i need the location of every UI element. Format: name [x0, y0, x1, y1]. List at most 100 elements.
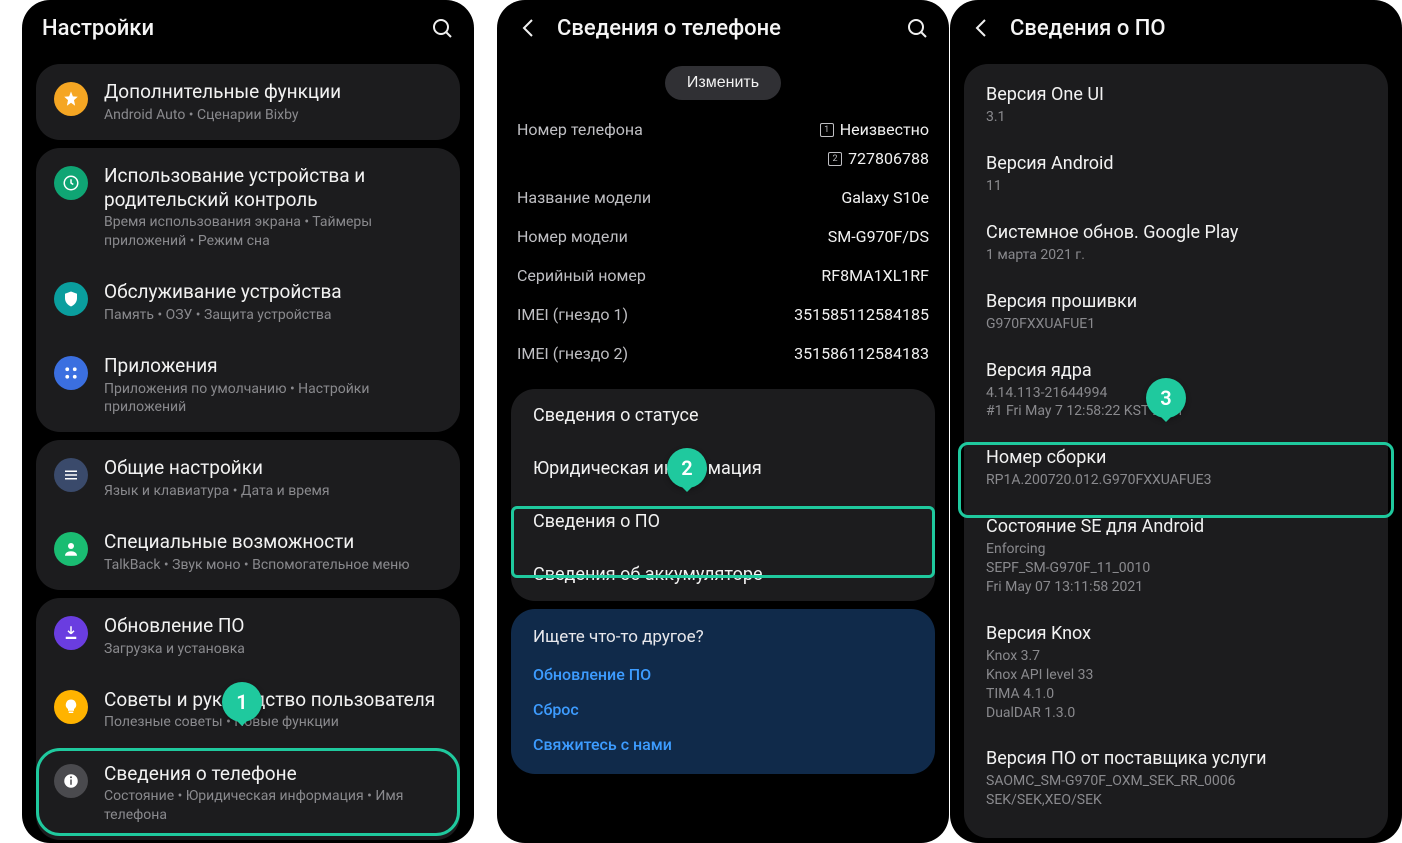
link-battery[interactable]: Сведения об аккумуляторе [511, 548, 935, 601]
settings-item-subtitle: TalkBack • Звук моно • Вспомогательное м… [104, 556, 442, 574]
row-model-number: Номер модели SM-G970F/DS [497, 217, 949, 256]
search-icon[interactable] [905, 16, 929, 40]
device-details: Номер телефона 1Неизвестно 2 727806788 На… [497, 104, 949, 381]
software-info-item[interactable]: Номер сборки RP1A.200720.012.G970FXXUAFUE… [964, 435, 1388, 504]
label: Номер телефона [517, 120, 643, 139]
info-value: RP1A.200720.012.G970FXXUAFUE3 [986, 471, 1366, 490]
row-imei1: IMEI (гнездо 1) 351585112584185 [497, 295, 949, 334]
search-icon[interactable] [430, 16, 454, 40]
info-value: 1 марта 2021 г. [986, 246, 1366, 265]
software-info-item[interactable]: Системное обнов. Google Play1 марта 2021… [964, 210, 1388, 279]
edit-button[interactable]: Изменить [665, 66, 781, 100]
suggest-link-contact[interactable]: Свяжитесь с нами [511, 727, 935, 774]
info-title: Версия прошивки [986, 291, 1366, 312]
settings-item[interactable]: Обслуживание устройстваПамять • ОЗУ • За… [36, 266, 460, 340]
suggest-link-reset[interactable]: Сброс [511, 692, 935, 727]
info-value: 11 [986, 177, 1366, 196]
info-value: SAOMC_SM-G970F_OXM_SEK_RR_0006SEK/SEK,XE… [986, 772, 1366, 810]
settings-item-subtitle: Приложения по умолчанию • Настройки прил… [104, 380, 442, 416]
settings-item-text: Общие настройки Язык и клавиатура • Дата … [104, 456, 442, 500]
settings-item-title: Специальные возможности [104, 530, 442, 554]
label: Номер модели [517, 227, 628, 246]
software-info-item[interactable]: Состояние SE для AndroidEnforcingSEPF_SM… [964, 504, 1388, 611]
settings-item-subtitle: Полезные советы • Новые функции [104, 713, 442, 731]
phone-screen-software-info: Сведения о ПО Версия One UI3.1Версия And… [950, 0, 1402, 843]
row-phone-number-2: 2 727806788 [497, 149, 949, 178]
settings-item-text: Использование устройства и родительский … [104, 164, 442, 250]
settings-item-subtitle: Загрузка и установка [104, 640, 442, 658]
settings-item-title: Использование устройства и родительский … [104, 164, 442, 212]
software-info-item[interactable]: Версия прошивкиG970FXXUAFUE1 [964, 279, 1388, 348]
row-serial: Серийный номер RF8MA1XL1RF [497, 256, 949, 295]
info-title: Состояние SE для Android [986, 516, 1366, 537]
value: Galaxy S10e [841, 188, 929, 207]
row-phone-number: Номер телефона 1Неизвестно [497, 110, 949, 149]
settings-item[interactable]: Использование устройства и родительский … [36, 148, 460, 266]
step-marker-2: 2 [667, 448, 707, 488]
step-marker-3: 3 [1146, 378, 1186, 418]
page-title: Настройки [42, 16, 430, 41]
value: 727806788 [848, 149, 929, 168]
step-marker-1: 1 [222, 682, 262, 722]
settings-item-text: ПриложенияПриложения по умолчанию • Наст… [104, 354, 442, 416]
settings-item-title: Общие настройки [104, 456, 442, 480]
settings-item[interactable]: Дополнительные функции Android Auto • Сце… [36, 64, 460, 140]
software-info-item[interactable]: Версия ПО от поставщика услуги SAOMC_SM-G… [964, 736, 1388, 824]
settings-item[interactable]: Обновление ПО Загрузка и установка [36, 598, 460, 674]
value: 351585112584185 [794, 305, 929, 324]
settings-item-title: Приложения [104, 354, 442, 378]
settings-item[interactable]: ПриложенияПриложения по умолчанию • Наст… [36, 340, 460, 432]
info-value: Knox 3.7Knox API level 33TIMA 4.1.0DualD… [986, 647, 1366, 723]
label: IMEI (гнездо 1) [517, 305, 628, 324]
settings-item-text: Обновление ПО Загрузка и установка [104, 614, 442, 658]
label: Название модели [517, 188, 651, 207]
software-info-item[interactable]: Версия One UI3.1 [964, 70, 1388, 141]
header: Настройки [22, 0, 474, 56]
settings-item-title: Обновление ПО [104, 614, 442, 638]
label: Серийный номер [517, 266, 646, 285]
settings-item-subtitle: Время использования экрана • Таймеры при… [104, 213, 442, 249]
settings-item-text: Сведения о телефонеСостояние • Юридическ… [104, 762, 442, 824]
info-title: Версия One UI [986, 84, 1366, 105]
settings-item-title: Советы и руководство пользователя [104, 688, 442, 712]
row-model-name: Название модели Galaxy S10e [497, 178, 949, 217]
settings-item[interactable]: Общие настройки Язык и клавиатура • Дата … [36, 440, 460, 516]
phone-screen-about: Сведения о телефоне Изменить Номер телеф… [497, 0, 949, 843]
link-legal[interactable]: Юридическая информация [511, 442, 935, 495]
info-icon [54, 764, 88, 798]
settings-group: Использование устройства и родительский … [36, 148, 460, 432]
link-software-info[interactable]: Сведения о ПО [511, 495, 935, 548]
links-card: Сведения о статусе Юридическая информаци… [511, 389, 935, 601]
value: RF8MA1XL1RF [821, 266, 929, 285]
settings-item-text: Дополнительные функции Android Auto • Сце… [104, 80, 442, 124]
settings-item-title: Сведения о телефоне [104, 762, 442, 786]
suggestions-card: Ищете что-то другое? Обновление ПО Сброс… [511, 609, 935, 774]
star-icon [54, 82, 88, 116]
settings-item[interactable]: Специальные возможности TalkBack • Звук м… [36, 516, 460, 590]
settings-item-subtitle: Состояние • Юридическая информация • Имя… [104, 787, 442, 823]
settings-group: Общие настройки Язык и клавиатура • Дата … [36, 440, 460, 590]
software-info-item[interactable]: Версия Android 11 [964, 141, 1388, 210]
grid-icon [54, 356, 88, 390]
phone-screen-settings: Настройки Дополнительные функции Android … [22, 0, 474, 843]
settings-group: Дополнительные функции Android Auto • Сце… [36, 64, 460, 140]
suggest-link-update[interactable]: Обновление ПО [511, 657, 935, 692]
settings-item-title: Дополнительные функции [104, 80, 442, 104]
row-imei2: IMEI (гнездо 2) 351586112584183 [497, 334, 949, 373]
value: Неизвестно [840, 120, 929, 139]
info-title: Версия ПО от поставщика услуги [986, 748, 1366, 769]
bulb-icon [54, 690, 88, 724]
settings-item-subtitle: Язык и клавиатура • Дата и время [104, 482, 442, 500]
sim2-icon: 2 [828, 152, 842, 166]
page-title: Сведения о ПО [1010, 16, 1382, 41]
software-info-item[interactable]: Версия Knox Knox 3.7Knox API level 33TIMA… [964, 611, 1388, 737]
label: IMEI (гнездо 2) [517, 344, 628, 363]
back-icon[interactable] [517, 16, 541, 40]
info-title: Номер сборки [986, 447, 1366, 468]
info-title: Версия Android [986, 153, 1366, 174]
settings-item[interactable]: Сведения о телефонеСостояние • Юридическ… [36, 748, 460, 840]
settings-item-subtitle: Android Auto • Сценарии Bixby [104, 106, 442, 124]
back-icon[interactable] [970, 16, 994, 40]
link-status[interactable]: Сведения о статусе [511, 389, 935, 442]
info-title: Версия Knox [986, 623, 1366, 644]
